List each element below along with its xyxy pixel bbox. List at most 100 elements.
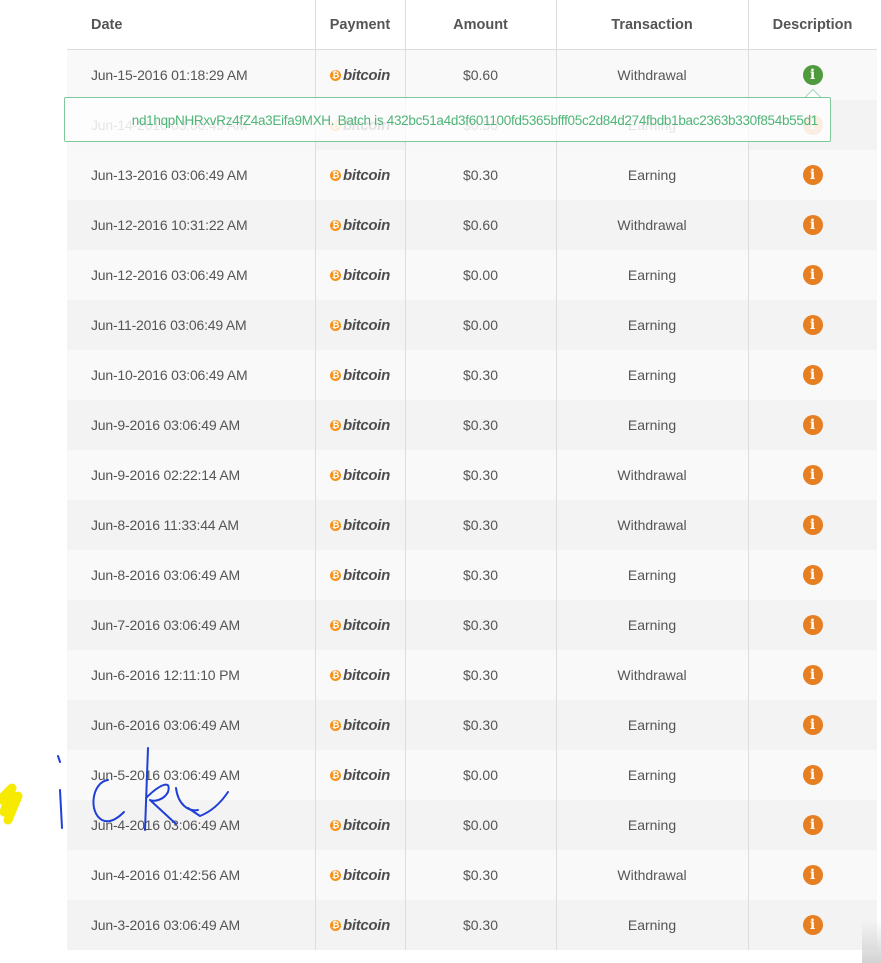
amount-cell: $0.00 — [405, 299, 557, 350]
header-date[interactable]: Date — [67, 0, 316, 50]
table-row: Jun-9-2016 03:06:49 AM ₿ bitcoin $0.30 Earni… — [67, 399, 877, 450]
table-row: Jun-15-2016 01:18:29 AM ₿ bitcoin $0.60 With… — [67, 49, 877, 100]
payment-cell: ₿bitcoin — [315, 499, 406, 550]
date-cell: Jun-5-2016 03:06:49 AM — [67, 749, 316, 800]
date-cell: Jun-12-2016 03:06:49 AM — [67, 249, 316, 300]
info-circle-icon[interactable]: i — [802, 864, 823, 885]
description-cell: i — [748, 649, 877, 700]
info-circle-icon[interactable]: i — [802, 514, 823, 535]
header-amount[interactable]: Amount — [405, 0, 557, 50]
table-row: Jun-10-2016 03:06:49 AM ₿ bitcoin $0.30 Earn… — [67, 349, 877, 400]
bitcoin-logo: ₿bitcoin — [329, 517, 390, 534]
description-cell: i — [748, 799, 877, 850]
table-row: Jun-5-2016 03:06:49 AM ₿ bitcoin $0.00 Earni… — [67, 749, 877, 800]
table-row: Jun-11-2016 03:06:49 AM ₿ bitcoin $0.00 Earn… — [67, 299, 877, 350]
blue-scribble-i-stroke — [59, 789, 63, 829]
payment-cell: ₿bitcoin — [315, 149, 406, 200]
bitcoin-label: bitcoin — [342, 817, 391, 834]
amount-cell: $0.30 — [405, 899, 557, 950]
payment-cell: ₿bitcoin — [315, 599, 406, 650]
bitcoin-logo: ₿bitcoin — [329, 717, 390, 734]
tooltip-arrow — [805, 89, 821, 97]
blue-scribble-i-dot — [57, 755, 61, 763]
description-cell: i — [748, 849, 877, 900]
info-circle-icon[interactable]: i — [802, 614, 823, 635]
header-row: Date Payment Amount Transaction Descript… — [67, 0, 877, 50]
bitcoin-logo-icon: ₿ — [329, 920, 341, 931]
amount-cell: $0.30 — [405, 649, 557, 700]
date-cell: Jun-7-2016 03:06:49 AM — [67, 599, 316, 650]
description-cell: i — [748, 499, 877, 550]
amount-cell: $0.30 — [405, 549, 557, 600]
info-circle-icon[interactable]: i — [802, 64, 823, 85]
bitcoin-logo-icon: ₿ — [329, 320, 341, 331]
amount-cell: $0.00 — [405, 749, 557, 800]
scroll-shadow — [862, 920, 881, 963]
date-cell: Jun-11-2016 03:06:49 AM — [67, 299, 316, 350]
table-row: Jun-13-2016 03:06:49 AM ₿ bitcoin $0.30 Earn… — [67, 149, 877, 200]
info-circle-icon[interactable]: i — [802, 664, 823, 685]
date-cell: Jun-9-2016 03:06:49 AM — [67, 399, 316, 450]
bitcoin-logo: ₿bitcoin — [329, 67, 390, 84]
info-circle-icon[interactable]: i — [802, 364, 823, 385]
bitcoin-logo-icon: ₿ — [329, 770, 341, 781]
info-circle-icon[interactable]: i — [802, 464, 823, 485]
info-circle-icon[interactable]: i — [802, 214, 823, 235]
header-payment[interactable]: Payment — [315, 0, 406, 50]
payment-cell: ₿bitcoin — [315, 299, 406, 350]
transaction-cell: Earning — [556, 899, 749, 950]
amount-cell: $0.60 — [405, 49, 557, 100]
payment-cell: ₿bitcoin — [315, 49, 406, 100]
date-cell: Jun-3-2016 03:06:49 AM — [67, 899, 316, 950]
table-row: Jun-12-2016 03:06:49 AM ₿ bitcoin $0.00 Earn… — [67, 249, 877, 300]
bitcoin-logo: ₿bitcoin — [329, 417, 391, 434]
description-cell: i — [748, 399, 877, 450]
description-cell: i — [748, 599, 877, 650]
bitcoin-logo: ₿bitcoin — [329, 467, 391, 484]
table-body: Jun-15-2016 01:18:29 AM ₿ bitcoin $0.60 With… — [67, 49, 877, 950]
transactions-table-container: Date Payment Amount Transaction Descript… — [67, 0, 877, 963]
payment-cell: ₿bitcoin — [315, 799, 406, 850]
description-cell: i — [748, 299, 877, 350]
info-circle-icon[interactable]: i — [802, 764, 823, 785]
transactions-page: Date Payment Amount Transaction Descript… — [0, 0, 881, 963]
bitcoin-logo-icon: ₿ — [329, 520, 341, 531]
bitcoin-logo: ₿bitcoin — [329, 867, 390, 884]
info-circle-icon[interactable]: i — [802, 314, 823, 335]
tooltip-text: nd1hqpNHRxvRz4fZ4a3Eifa9MXH. Batch is 43… — [131, 113, 819, 128]
transaction-cell: Withdrawal — [556, 49, 749, 100]
bitcoin-logo-icon: ₿ — [329, 620, 341, 631]
info-circle-icon[interactable]: i — [802, 164, 823, 185]
bitcoin-logo: ₿bitcoin — [329, 167, 390, 184]
bitcoin-label: bitcoin — [342, 667, 391, 684]
bitcoin-label: bitcoin — [342, 467, 391, 484]
amount-cell: $0.60 — [405, 199, 557, 250]
amount-cell: $0.30 — [405, 599, 557, 650]
table-row: Jun-4-2016 01:42:56 AM ₿ bitcoin $0.30 Withd… — [67, 849, 877, 900]
header-transaction[interactable]: Transaction — [556, 0, 749, 50]
transaction-cell: Earning — [556, 399, 749, 450]
amount-cell: $0.30 — [405, 699, 557, 750]
info-circle-icon[interactable]: i — [802, 264, 823, 285]
bitcoin-logo: ₿bitcoin — [329, 617, 390, 634]
transaction-cell: Earning — [556, 599, 749, 650]
amount-cell: $0.00 — [405, 799, 557, 850]
info-circle-icon[interactable]: i — [802, 714, 823, 735]
bitcoin-logo-icon: ₿ — [329, 70, 341, 82]
bitcoin-label: bitcoin — [342, 267, 391, 284]
info-circle-icon[interactable]: i — [802, 564, 823, 585]
table-row: Jun-12-2016 10:31:22 AM ₿ bitcoin $0.60 With… — [67, 199, 877, 250]
amount-cell: $0.30 — [405, 449, 557, 500]
bitcoin-label: bitcoin — [342, 767, 391, 784]
date-cell: Jun-13-2016 03:06:49 AM — [67, 149, 316, 200]
bitcoin-label: bitcoin — [342, 417, 391, 434]
bitcoin-label: bitcoin — [342, 367, 391, 384]
info-circle-icon[interactable]: i — [802, 914, 823, 935]
header-description[interactable]: Description — [748, 0, 877, 50]
bitcoin-logo: ₿bitcoin — [329, 267, 391, 284]
payment-cell: ₿bitcoin — [315, 549, 406, 600]
date-cell: Jun-12-2016 10:31:22 AM — [67, 199, 316, 250]
info-circle-icon[interactable]: i — [802, 414, 823, 435]
table-row: Jun-8-2016 03:06:49 AM ₿ bitcoin $0.30 Earni… — [67, 549, 877, 600]
info-circle-icon[interactable]: i — [802, 814, 823, 835]
